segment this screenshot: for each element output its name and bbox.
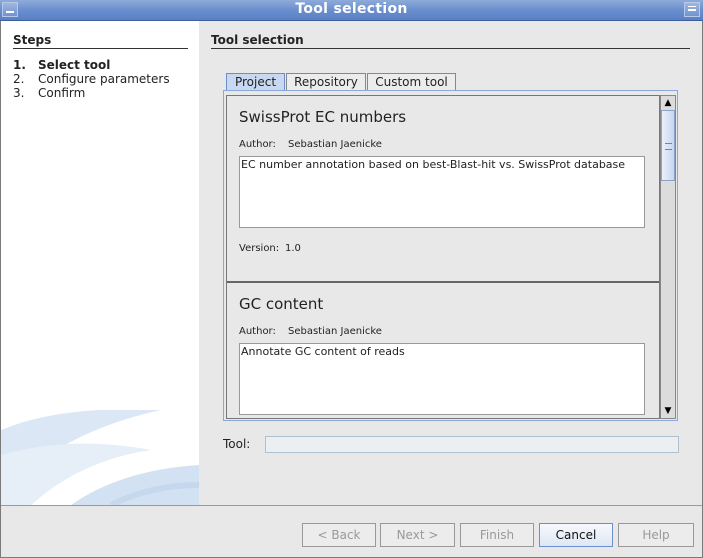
author-value: Sebastian Jaenicke xyxy=(288,326,382,337)
maximize-button[interactable] xyxy=(684,2,700,17)
tool-name: SwissProt EC numbers xyxy=(239,108,407,126)
version-value: 1.0 xyxy=(285,243,301,254)
tool-list: SwissProt EC numbers Author: Sebastian J… xyxy=(226,95,660,419)
tool-field[interactable] xyxy=(265,436,679,453)
title-bar: Tool selection xyxy=(0,0,703,21)
tool-description: Annotate GC content of reads xyxy=(239,343,645,415)
scroll-thumb[interactable] xyxy=(661,110,675,181)
step-item: 3. Confirm xyxy=(13,86,86,100)
finish-button[interactable]: Finish xyxy=(460,523,534,547)
grip-icon xyxy=(665,143,672,150)
cancel-button[interactable]: Cancel xyxy=(539,523,613,547)
author-label: Author: xyxy=(239,139,276,150)
window-title: Tool selection xyxy=(295,1,408,17)
author-value: Sebastian Jaenicke xyxy=(288,139,382,150)
section-title: Tool selection xyxy=(211,33,690,49)
tab-repository[interactable]: Repository xyxy=(286,73,366,90)
maximize-icon xyxy=(688,6,696,7)
tab-custom-tool[interactable]: Custom tool xyxy=(367,73,456,90)
version-label: Version: xyxy=(239,243,280,254)
author-label: Author: xyxy=(239,326,276,337)
step-item: 2. Configure parameters xyxy=(13,72,170,86)
next-button[interactable]: Next > xyxy=(380,523,455,547)
tool-description: EC number annotation based on best-Blast… xyxy=(239,156,645,228)
back-button[interactable]: < Back xyxy=(302,523,376,547)
tool-name: GC content xyxy=(239,295,324,313)
tool-list-scrollbar[interactable]: ▲ ▼ xyxy=(660,95,676,419)
steps-sidebar: Steps 1. Select tool 2. Configure paramete… xyxy=(1,21,199,505)
tool-field-label: Tool: xyxy=(223,437,251,451)
steps-list: 1. Select tool 2. Configure parameters 3. C… xyxy=(13,58,170,100)
tool-card[interactable]: SwissProt EC numbers Author: Sebastian J… xyxy=(227,96,659,283)
scroll-down-icon[interactable]: ▼ xyxy=(661,404,675,418)
footer-separator xyxy=(1,505,702,506)
tool-card[interactable]: GC content Author: Sebastian Jaenicke An… xyxy=(227,283,659,418)
tab-project[interactable]: Project xyxy=(226,73,285,90)
steps-heading: Steps xyxy=(13,33,188,49)
scroll-up-icon[interactable]: ▲ xyxy=(661,96,675,110)
step-item: 1. Select tool xyxy=(13,58,111,72)
decorative-swoosh-graphic xyxy=(1,410,199,505)
help-button[interactable]: Help xyxy=(618,523,694,547)
